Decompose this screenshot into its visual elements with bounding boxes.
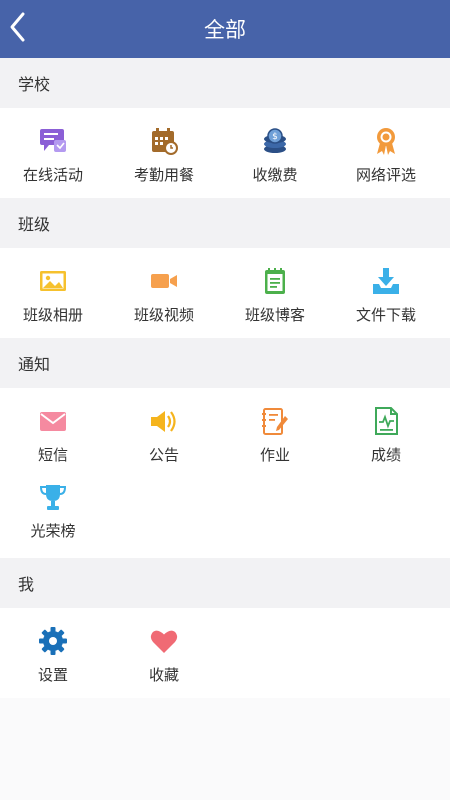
menu-item-label: 收缴费 [252,166,298,184]
top-app-bar: 全部 [0,0,450,58]
menu-item-label: 作业 [259,446,290,464]
menu-item-label: 班级相册 [22,306,83,324]
award-medal-icon [377,128,395,155]
section-title: 通知 [18,355,51,374]
menu-item-favorites[interactable]: 收藏 [107,626,221,698]
menu-item-label: 网络评选 [355,166,416,184]
menu-item-label: 班级博客 [244,306,305,324]
menu-item-online-voting[interactable]: 网络评选 [329,126,443,198]
notice-grid: 短信 公告 作业 成绩 光荣榜 [0,388,450,558]
menu-item-class-album[interactable]: 班级相册 [0,266,110,338]
menu-item-label: 考勤用餐 [133,166,194,184]
bottom-empty-area [0,698,450,800]
chat-bubble-icon [40,129,66,152]
school-grid: 在线活动 考勤用餐 $ 收缴费 网络评选 [0,108,450,198]
section-header-school: 学校 [0,58,450,108]
report-chart-icon [375,407,398,435]
menu-item-settings[interactable]: 设置 [0,626,110,698]
menu-item-grades[interactable]: 成绩 [329,406,443,478]
menu-item-file-download[interactable]: 文件下载 [329,266,443,338]
menu-item-label: 短信 [37,446,68,464]
video-camera-icon [151,274,177,288]
menu-item-label: 文件下载 [355,306,416,324]
notebook-pen-icon [262,408,288,435]
speaker-icon [151,411,176,432]
back-arrow-icon[interactable] [6,9,30,45]
menu-item-fee-payment[interactable]: $ 收缴费 [218,126,332,198]
coin-stack-icon: $ [264,128,286,153]
page-title: 全部 [204,18,246,42]
download-tray-icon [373,268,399,294]
menu-item-label: 班级视频 [133,306,194,324]
menu-item-class-blog[interactable]: 班级博客 [218,266,332,338]
menu-item-class-video[interactable]: 班级视频 [107,266,221,338]
menu-item-sms[interactable]: 短信 [0,406,110,478]
menu-item-label: 公告 [148,446,179,464]
trophy-icon [39,485,67,510]
menu-item-online-activity[interactable]: 在线活动 [0,126,110,198]
section-title: 我 [18,575,35,594]
calendar-clock-icon [152,128,178,155]
menu-item-announcement[interactable]: 公告 [107,406,221,478]
gear-icon [39,627,67,655]
section-header-me: 我 [0,558,450,608]
section-title: 班级 [18,215,51,234]
me-grid: 设置 收藏 [0,608,450,698]
menu-item-label: 光荣榜 [30,522,76,540]
menu-item-label: 在线活动 [22,166,83,184]
section-header-class: 班级 [0,198,450,248]
menu-item-label: 成绩 [370,446,401,464]
menu-item-honor-roll[interactable]: 光荣榜 [0,482,110,554]
menu-item-label: 设置 [37,666,68,684]
section-title: 学校 [18,75,51,94]
envelope-icon [40,412,66,431]
notepad-icon [265,268,285,294]
svg-text:$: $ [272,132,278,142]
heart-icon [150,630,178,653]
photo-icon [40,271,66,291]
menu-item-homework[interactable]: 作业 [218,406,332,478]
class-grid: 班级相册 班级视频 班级博客 文件下载 [0,248,450,338]
section-header-notice: 通知 [0,338,450,388]
menu-item-attendance-meal[interactable]: 考勤用餐 [107,126,221,198]
menu-item-label: 收藏 [148,666,179,684]
